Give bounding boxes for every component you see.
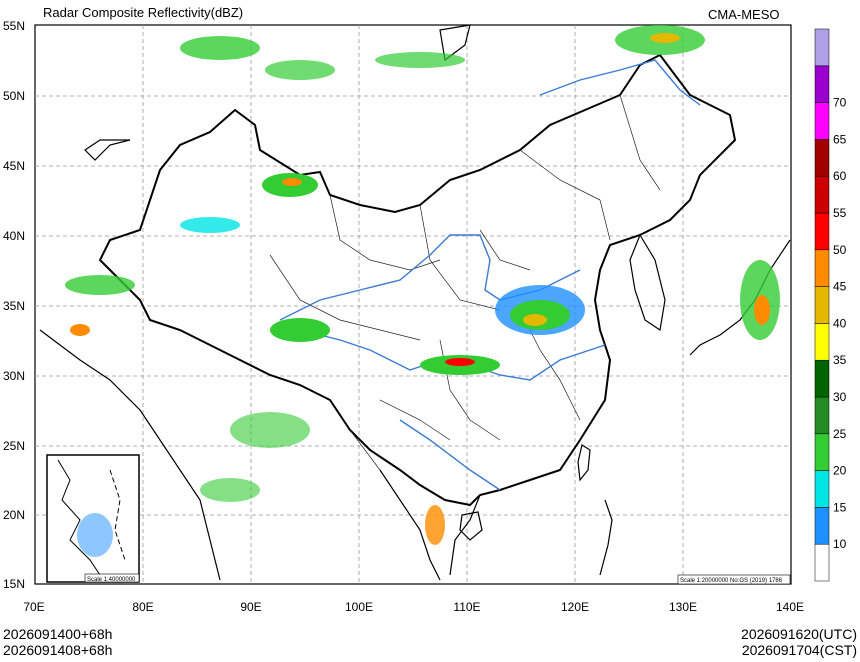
colorbar-swatch bbox=[814, 28, 830, 67]
inset-scale-label: Scale 1:40000000 bbox=[87, 577, 136, 583]
map-border bbox=[34, 24, 792, 585]
lon-label: 140E bbox=[776, 600, 804, 614]
lat-labels: 55N 50N 45N 40N 35N 30N 25N 20N 15N bbox=[3, 19, 25, 591]
colorbar-label: 30 bbox=[833, 390, 847, 404]
lon-label: 110E bbox=[453, 600, 480, 614]
colorbar-swatch bbox=[814, 65, 830, 103]
colorbar-label: 15 bbox=[833, 500, 847, 514]
inset-map: Scale 1:40000000 bbox=[46, 454, 140, 583]
lon-label: 70E bbox=[23, 600, 44, 614]
colorbar-swatch bbox=[814, 433, 830, 471]
colorbar-swatch bbox=[814, 212, 830, 251]
colorbar-swatch bbox=[814, 323, 830, 361]
lat-label: 55N bbox=[3, 19, 25, 33]
colorbar-label: 60 bbox=[833, 169, 847, 183]
colorbar: 10 15 20 25 30 35 40 45 50 55 60 65 70 bbox=[814, 28, 847, 582]
lon-labels: 70E 80E 90E 100E 110E 120E 130E 140E bbox=[23, 600, 804, 614]
lon-label: 120E bbox=[561, 600, 589, 614]
colorbar-swatch bbox=[814, 470, 830, 508]
colorbar-label: 65 bbox=[833, 132, 847, 146]
lon-label: 130E bbox=[669, 600, 697, 614]
colorbar-label: 45 bbox=[833, 280, 847, 294]
colorbar-swatch bbox=[814, 286, 830, 324]
colorbar-swatch bbox=[814, 507, 830, 545]
valid-time-cst: 2026091704(CST) bbox=[741, 642, 857, 658]
lat-label: 35N bbox=[3, 299, 25, 313]
colorbar-swatch bbox=[814, 396, 830, 435]
lat-label: 45N bbox=[3, 159, 25, 173]
map-scale-label: Scale 1:20000000 No:GS (2019) 1786 bbox=[680, 578, 783, 584]
colorbar-swatch bbox=[814, 139, 830, 177]
lat-label: 50N bbox=[3, 89, 25, 103]
map-title: Radar Composite Reflectivity(dBZ) bbox=[43, 5, 243, 20]
colorbar-swatch bbox=[814, 175, 830, 214]
colorbar-label: 55 bbox=[833, 206, 847, 220]
colorbar-label: 10 bbox=[833, 537, 847, 551]
source-label: CMA-MESO bbox=[708, 7, 780, 22]
colorbar-label: 25 bbox=[833, 427, 847, 441]
colorbar-swatch bbox=[814, 102, 830, 140]
lat-label: 30N bbox=[3, 369, 25, 383]
lat-label: 40N bbox=[3, 229, 25, 243]
lat-label: 15N bbox=[3, 577, 25, 591]
lon-label: 80E bbox=[132, 600, 153, 614]
colorbar-label: 35 bbox=[833, 353, 847, 367]
colorbar-label: 70 bbox=[833, 96, 847, 110]
colorbar-label: 50 bbox=[833, 243, 847, 257]
lon-label: 100E bbox=[345, 600, 373, 614]
map-panel: Scale 1:40000000 Scale 1:20000000 No:GS … bbox=[34, 24, 792, 585]
colorbar-label: 40 bbox=[833, 316, 847, 330]
valid-time-utc: 2026091620(UTC) bbox=[741, 626, 857, 642]
colorbar-swatch bbox=[814, 543, 830, 582]
colorbar-label: 20 bbox=[833, 464, 847, 478]
colorbar-swatch bbox=[814, 359, 830, 398]
radar-map-figure: Scale 1:40000000 Scale 1:20000000 No:GS … bbox=[3, 5, 847, 614]
lat-label: 20N bbox=[3, 508, 25, 522]
lon-label: 90E bbox=[240, 600, 261, 614]
init-time-utc: 2026091400+68h bbox=[3, 626, 113, 642]
lat-label: 25N bbox=[3, 439, 25, 453]
init-time-cst: 2026091408+68h bbox=[3, 642, 113, 658]
colorbar-swatch bbox=[814, 249, 830, 287]
